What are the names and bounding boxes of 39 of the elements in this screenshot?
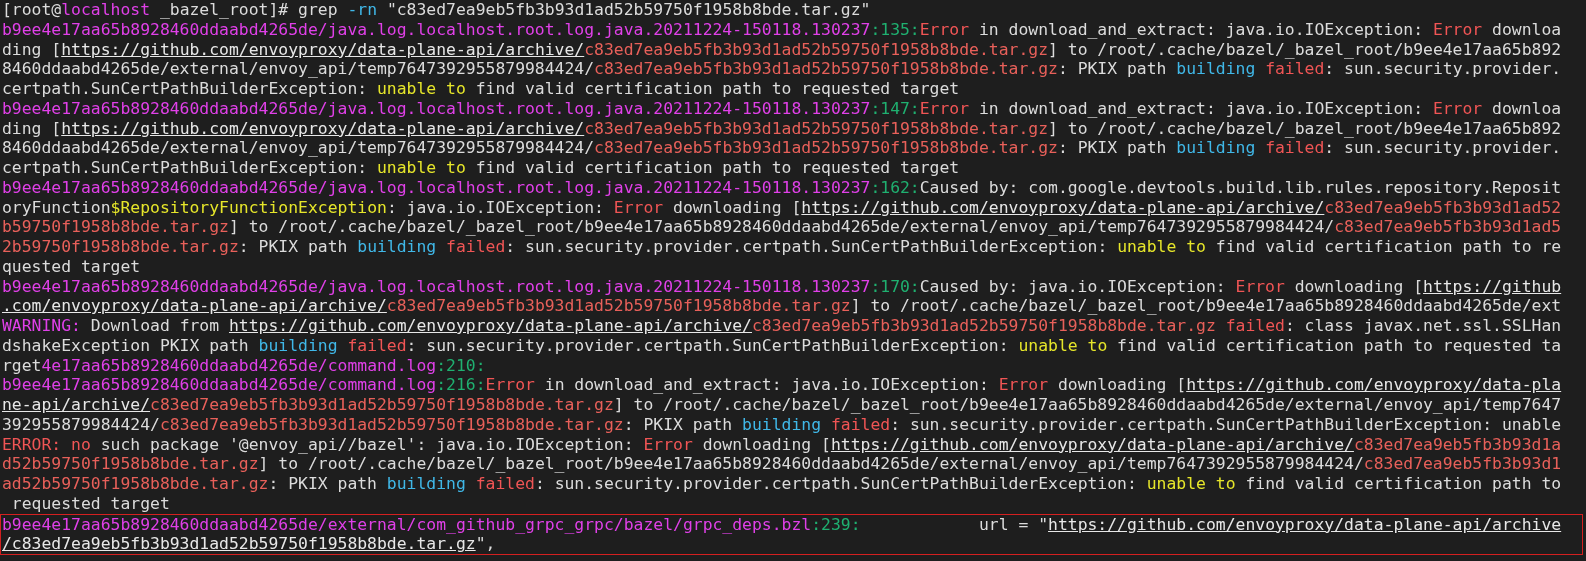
terminal-line: 8460ddaabd4265de/external/envoy_api/temp7647392955879984424/c83ed7ea9eb5fb3b93d1ad52b59750f1958b8bde.tar.gz: PKIX path building failed: sun.security.provider. xyxy=(2,138,1562,158)
url-link[interactable]: https://github.com/envoyproxy/data-plane-api/archive/ xyxy=(61,39,585,59)
terminal-line: b9ee4e17aa65b8928460ddaabd4265de/java.log.localhost.root.log.java.20211224-150118.130237:162:Caused by: com.google.devtools.build.lib.rules.repository.Reposit xyxy=(2,177,1562,198)
url-link[interactable]: https://github xyxy=(1423,276,1562,296)
url-link[interactable]: https://github.com/envoyproxy/data-plane-api/archive/ xyxy=(801,197,1325,217)
terminal-line: dshakeException PKIX path building failed: sun.security.provider.certpath.SunCertPathBuilderException: unable to find valid certification path to requested ta xyxy=(2,335,1562,356)
terminal-line: ne-api/archive/c83ed7ea9eb5fb3b93d1ad52b59750f1958b8bde.tar.gz] to /root/.cache/bazel/_bazel_root/b9ee4e17aa65b8928460ddaabd4265de/external/envoy_api/temp7647 xyxy=(2,395,1562,415)
terminal-line: d52b59750f1958b8bde.tar.gz] to /root/.cache/bazel/_bazel_root/b9ee4e17aa65b8928460ddaabd4265de/external/envoy_api/temp7647392955879984424/c83ed7ea9eb5fb3b93d1 xyxy=(2,454,1562,474)
terminal-line: ding [https://github.com/envoyproxy/data-plane-api/archive/c83ed7ea9eb5fb3b93d1ad52b59750f1958b8bde.tar.gz] to /root/.cache/bazel/_bazel_root/b9ee4e17aa65b892 xyxy=(2,118,1562,139)
terminal-line: b9ee4e17aa65b8928460ddaabd4265de/java.log.localhost.root.log.java.20211224-150118.130237:170:Caused by: java.io.IOException: Error downloading [https://github xyxy=(2,276,1562,297)
url-link[interactable]: /c83ed7ea9eb5fb3b93d1ad52b59750f1958b8bde.tar.gz xyxy=(2,534,476,554)
terminal-line: quested target xyxy=(2,256,141,277)
terminal-line: b9ee4e17aa65b8928460ddaabd4265de/java.log.localhost.root.log.java.20211224-150118.130237:135:Error in download_and_extract: java.io.IOException: Error downloa xyxy=(2,19,1562,40)
url-link[interactable]: .com/envoyproxy/data-plane-api/archive/ xyxy=(2,296,387,316)
terminal-line: /c83ed7ea9eb5fb3b93d1ad52b59750f1958b8bde.tar.gz", xyxy=(2,534,496,554)
terminal-line: certpath.SunCertPathBuilderException: unable to find valid certification path to requested target xyxy=(2,79,960,99)
terminal-line: 392955879984424/c83ed7ea9eb5fb3b93d1ad52b59750f1958b8bde.tar.gz: PKIX path building failed: sun.security.provider.certpath.SunCertPathBuilderException: unable xyxy=(2,414,1562,435)
terminal-line: b9ee4e17aa65b8928460ddaabd4265de/java.log.localhost.root.log.java.20211224-150118.130237:147:Error in download_and_extract: java.io.IOException: Error downloa xyxy=(2,98,1562,119)
url-link[interactable]: https://github.com/envoyproxy/data-plane-api/archive/ xyxy=(229,316,752,335)
terminal-line: 2b59750f1958b8bde.tar.gz: PKIX path building failed: sun.security.provider.certpath.SunCertPathBuilderException: unable to find valid certification path to re xyxy=(2,237,1562,257)
terminal-line: WARNING: Download from https://github.com/envoyproxy/data-plane-api/archive/c83ed7ea9eb5fb3b93d1ad52b59750f1958b8bde.tar.gz failed: class javax.net.ssl.SSLHan xyxy=(2,316,1562,336)
terminal-line: certpath.SunCertPathBuilderException: unable to find valid certification path to requested target xyxy=(2,158,960,178)
terminal-line: [root@localhost _bazel_root]# grep -rn "c83ed7ea9eb5fb3b93d1ad52b59750f1958b8bde.tar.gz" xyxy=(2,0,871,20)
terminal-line: .com/envoyproxy/data-plane-api/archive/c83ed7ea9eb5fb3b93d1ad52b59750f1958b8bde.tar.gz] to /root/.cache/bazel/_bazel_root/b9ee4e17aa65b8928460ddaabd4265de/ext xyxy=(2,296,1562,316)
terminal-line: b9ee4e17aa65b8928460ddaabd4265de/command.log:216:Error in download_and_extract: java.io.IOException: Error downloading [https://github.com/envoyproxy/data-pla xyxy=(2,375,1562,395)
terminal-line: oryFunction$RepositoryFunctionException: java.io.IOException: Error downloading [https://github.com/envoyproxy/data-plane-api/archive/c83ed7ea9eb5fb3b93d1ad52 xyxy=(2,197,1562,218)
url-link[interactable]: https://github.com/envoyproxy/data-plane-api/archive/ xyxy=(830,434,1354,454)
url-link[interactable]: https://github.com/envoyproxy/data-pla xyxy=(1186,375,1562,395)
terminal-line: b59750f1958b8bde.tar.gz] to /root/.cache/bazel/_bazel_root/b9ee4e17aa65b8928460ddaabd4265de/external/envoy_api/temp7647392955879984424/c83ed7ea9eb5fb3b93d1ad5 xyxy=(2,217,1562,237)
terminal-line: ERROR: no such package '@envoy_api//bazel': java.io.IOException: Error downloading [https://github.com/envoyproxy/data-plane-api/archive/c83ed7ea9eb5fb3b93d1a xyxy=(2,434,1562,455)
terminal-line: b9ee4e17aa65b8928460ddaabd4265de/external/com_github_grpc_grpc/bazel/grpc_deps.bzl:239: url = "https://github.com/envoyproxy/data-plane-api/archive xyxy=(2,514,1562,535)
terminal-line: rget4e17aa65b8928460ddaabd4265de/command.log:210: xyxy=(2,355,486,376)
terminal-line: 8460ddaabd4265de/external/envoy_api/temp7647392955879984424/c83ed7ea9eb5fb3b93d1ad52b59750f1958b8bde.tar.gz: PKIX path building failed: sun.security.provider. xyxy=(2,59,1562,79)
url-link[interactable]: ne-api/archive/ xyxy=(2,395,151,414)
terminal-line: ding [https://github.com/envoyproxy/data-plane-api/archive/c83ed7ea9eb5fb3b93d1ad52b59750f1958b8bde.tar.gz] to /root/.cache/bazel/_bazel_root/b9ee4e17aa65b892 xyxy=(2,39,1562,60)
url-link[interactable]: https://github.com/envoyproxy/data-plane-api/archive xyxy=(1048,514,1562,534)
terminal-line: ad52b59750f1958b8bde.tar.gz: PKIX path building failed: sun.security.provider.certpath.SunCertPathBuilderException: unable to find valid certification path to xyxy=(2,474,1562,494)
terminal-line: requested target xyxy=(10,493,170,514)
url-link[interactable]: https://github.com/envoyproxy/data-plane-api/archive/ xyxy=(61,118,585,138)
